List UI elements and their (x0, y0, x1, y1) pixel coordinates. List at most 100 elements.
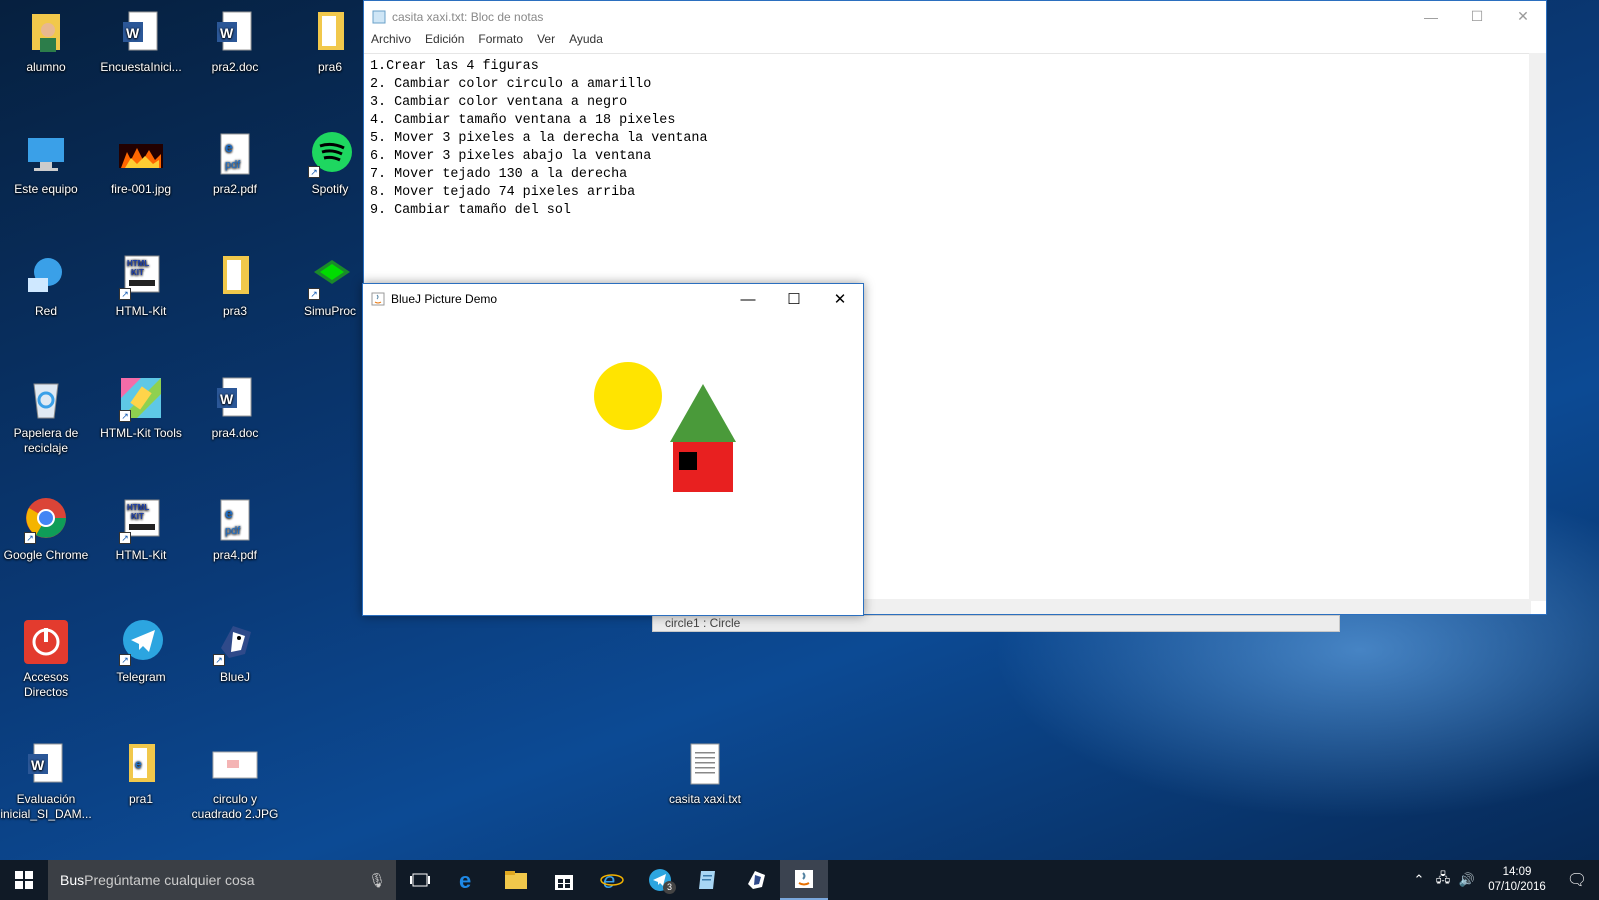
minimize-button[interactable]: — (725, 284, 771, 314)
image-icon (119, 144, 163, 168)
folder-icon (223, 256, 249, 294)
desktop-icon-label: EncuestaInici... (100, 60, 182, 74)
desktop-icon-label: Telegram (116, 670, 166, 684)
taskbar-notepad[interactable] (684, 860, 732, 900)
notepad-menubar: Archivo Edición Formato Ver Ayuda (364, 32, 1546, 51)
desktop-icon-label: pra2.doc (211, 60, 259, 74)
text-line: 7. Mover tejado 130 a la derecha (370, 167, 628, 182)
taskbar-java[interactable] (780, 860, 828, 900)
desktop-icon-htmlkit[interactable]: HTML KIT ↗ HTML-Kit (95, 252, 187, 319)
desktop-icon-chrome[interactable]: ↗ Google Chrome (0, 496, 92, 563)
desktop-icon-papelera[interactable]: Papelera de reciclaje (0, 374, 92, 456)
pdf-icon: e pdf (220, 133, 250, 175)
clock-date: 07/10/2016 (1488, 881, 1546, 893)
desktop-icon-este-equipo[interactable]: Este equipo (0, 130, 92, 197)
svg-text:KIT: KIT (131, 268, 144, 277)
desktop-icon-pra1[interactable]: e pra1 (95, 740, 187, 807)
menu-ayuda[interactable]: Ayuda (569, 32, 603, 51)
maximize-button[interactable]: ☐ (771, 284, 817, 314)
bluej-picture-window[interactable]: BlueJ Picture Demo — ☐ ✕ (362, 283, 864, 616)
desktop-icon-htmlkit-2[interactable]: HTML KIT ↗ HTML-Kit (95, 496, 187, 563)
desktop-icon-label: HTML-Kit Tools (100, 426, 182, 440)
internet-explorer-icon: e (600, 868, 624, 892)
notepad-icon (699, 871, 715, 889)
word-doc-icon: W (217, 11, 252, 51)
desktop-icon-label: casita xaxi.txt (668, 792, 742, 806)
notepad-titlebar[interactable]: casita xaxi.txt: Bloc de notas (364, 1, 1546, 32)
windows-logo-icon (15, 871, 33, 889)
clock[interactable]: 14:09 07/10/2016 (1479, 865, 1555, 895)
taskbar-telegram[interactable]: 3 (636, 860, 684, 900)
svg-text:e: e (225, 505, 233, 521)
svg-text:e: e (459, 868, 471, 892)
start-button[interactable] (0, 860, 48, 900)
menu-formato[interactable]: Formato (478, 32, 523, 51)
svg-text:HTML: HTML (127, 503, 149, 512)
desktop-icon-bluej[interactable]: ↗ BlueJ (189, 618, 281, 685)
vertical-scrollbar[interactable] (1529, 53, 1546, 601)
desktop-icon-pra3[interactable]: pra3 (189, 252, 281, 319)
action-center-icon[interactable]: 🗨 (1555, 870, 1599, 890)
taskbar-internet-explorer[interactable]: e (588, 860, 636, 900)
close-button[interactable]: ✕ (817, 284, 863, 314)
desktop-icon-label: alumno (26, 60, 66, 74)
desktop-icon-red[interactable]: Red (0, 252, 92, 319)
user-folder-icon (32, 14, 60, 52)
network-icon (28, 258, 62, 292)
desktop-icon-accesos[interactable]: Accesos Directos (0, 618, 92, 700)
minimize-button[interactable]: — (1408, 1, 1454, 32)
desktop-icon-fire[interactable]: fire-001.jpg (95, 130, 187, 197)
svg-text:KIT: KIT (131, 512, 144, 521)
notepad-icon (372, 10, 386, 23)
desktop-icon-htmlkit-tools[interactable]: ↗ HTML-Kit Tools (95, 374, 187, 441)
window-square (679, 452, 697, 470)
desktop-icon-pra4-doc[interactable]: W pra4.doc (189, 374, 281, 441)
shortcut-arrow-icon: ↗ (308, 288, 320, 300)
menu-archivo[interactable]: Archivo (371, 32, 411, 51)
text-line: 1.Crear las 4 figuras (370, 59, 539, 74)
desktop-icon-alumno[interactable]: alumno (0, 8, 92, 75)
svg-text:e: e (135, 757, 142, 771)
folder-icon (318, 12, 344, 50)
desktop-icon-encuesta[interactable]: W EncuestaInici... (95, 8, 187, 75)
object-bench-strip[interactable]: circle1 : Circle (652, 615, 1340, 632)
desktop-icon-label: Red (34, 304, 57, 318)
menu-edicion[interactable]: Edición (425, 32, 464, 51)
svg-text:pdf: pdf (225, 525, 241, 537)
microphone-icon[interactable]: 🎙 (368, 872, 386, 889)
desktop-icon-evaluacion[interactable]: W Evaluación inicial_SI_DAM... (0, 740, 92, 822)
desktop-icon-telegram[interactable]: ↗ Telegram (95, 618, 187, 685)
menu-ver[interactable]: Ver (537, 32, 555, 51)
desktop-icon-circulo-jpg[interactable]: circulo y cuadrado 2.JPG (189, 740, 281, 822)
desktop-icon-label: Evaluación inicial_SI_DAM... (0, 792, 92, 821)
shortcut-arrow-icon: ↗ (119, 288, 131, 300)
chevron-up-icon[interactable]: ⌃ (1407, 872, 1431, 888)
power-icon (24, 620, 68, 664)
svg-text:e: e (225, 139, 233, 155)
desktop-icon-casita-txt[interactable]: casita xaxi.txt (659, 740, 751, 807)
text-line: 6. Mover 3 pixeles abajo la ventana (370, 149, 652, 164)
search-placeholder: Pregúntame cualquier cosa (84, 872, 255, 888)
close-button[interactable]: ✕ (1500, 1, 1546, 32)
taskbar: Bus Pregúntame cualquier cosa 🎙 e e 3 ⌃ … (0, 860, 1599, 900)
system-tray: ⌃ 🖧 🔊 14:09 07/10/2016 🗨 (1407, 865, 1599, 895)
taskbar-edge[interactable]: e (444, 860, 492, 900)
word-doc-icon: W (217, 377, 252, 417)
picture-canvas (594, 362, 736, 492)
maximize-button[interactable]: ☐ (1454, 1, 1500, 32)
desktop-icon-pra2-doc[interactable]: W pra2.doc (189, 8, 281, 75)
text-line: 5. Mover 3 pixeles a la derecha la venta… (370, 131, 708, 146)
desktop-icon-label: pra1 (128, 792, 154, 806)
task-view-icon (410, 873, 430, 887)
taskbar-bluej[interactable] (732, 860, 780, 900)
desktop-icon-pra4-pdf[interactable]: e pdf pra4.pdf (189, 496, 281, 563)
desktop-icon-label: Papelera de reciclaje (13, 426, 79, 455)
desktop-icon-label: circulo y cuadrado 2.JPG (191, 792, 279, 821)
network-icon[interactable]: 🖧 (1431, 869, 1455, 891)
taskbar-file-explorer[interactable] (492, 860, 540, 900)
taskbar-store[interactable] (540, 860, 588, 900)
task-view-button[interactable] (396, 860, 444, 900)
desktop-icon-pra2-pdf[interactable]: e pdf pra2.pdf (189, 130, 281, 197)
volume-icon[interactable]: 🔊 (1455, 872, 1479, 888)
search-box[interactable]: Bus Pregúntame cualquier cosa 🎙 (48, 860, 396, 900)
